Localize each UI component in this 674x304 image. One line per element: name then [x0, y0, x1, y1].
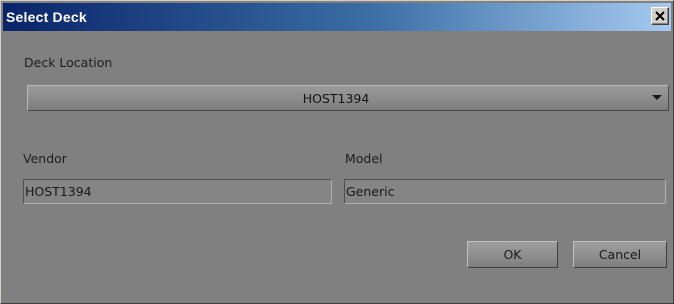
ok-button[interactable]: OK [467, 241, 558, 268]
title-bar[interactable]: Select Deck [3, 3, 671, 31]
dialog-title: Select Deck [6, 9, 87, 25]
deck-location-dropdown[interactable]: HOST1394 [27, 85, 669, 111]
vendor-label: Vendor [23, 151, 67, 166]
vendor-field[interactable] [23, 179, 332, 204]
cancel-button[interactable]: Cancel [573, 241, 667, 268]
select-deck-dialog: Select Deck Deck Location HOST1394 Vendo… [0, 0, 674, 304]
close-button[interactable] [651, 7, 669, 25]
model-field[interactable] [344, 179, 666, 204]
close-icon [655, 11, 665, 21]
deck-location-label: Deck Location [24, 55, 113, 70]
deck-location-selected-value: HOST1394 [302, 90, 370, 106]
chevron-down-icon [652, 95, 662, 100]
model-label: Model [345, 151, 383, 166]
